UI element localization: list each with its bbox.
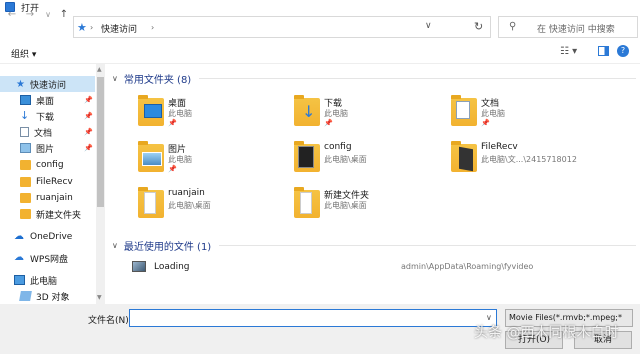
documents-folder-icon — [451, 95, 477, 126]
divider — [219, 245, 636, 246]
search-icon: ⚲ — [509, 21, 517, 32]
address-dropdown-icon[interactable]: ∨ — [425, 21, 432, 31]
star-icon: ★ — [16, 79, 25, 90]
folder-item-ruanjain[interactable]: ruanjain 此电脑\桌面 — [136, 186, 276, 226]
sidebar-scroll-thumb[interactable] — [97, 77, 104, 207]
3d-objects-icon — [19, 291, 32, 301]
dialog-footer: 文件名(N): ∨ Movie Files(*.rmvb;*.mpeg;* 打开… — [0, 304, 640, 354]
address-bar[interactable]: ★ › 快速访问 › ∨ ↻ — [73, 16, 491, 38]
sidebar-item-quick-access[interactable]: ★ 快速访问 — [0, 76, 95, 92]
sidebar-item-pictures[interactable]: 图片 📌 — [0, 140, 95, 156]
cloud-icon: ☁ — [14, 252, 24, 263]
video-file-icon — [132, 261, 146, 272]
search-box[interactable]: ⚲ 在 快速访问 中搜索 — [498, 16, 638, 38]
view-options-icon[interactable]: ☷ ▾ — [560, 46, 577, 57]
ruanjain-folder-icon — [138, 187, 164, 218]
collapse-chevron-icon[interactable]: ∨ — [112, 241, 118, 250]
forward-arrow-icon[interactable]: → — [24, 9, 36, 21]
filename-label: 文件名(N): — [88, 316, 132, 326]
sidebar-item-config[interactable]: config — [0, 157, 95, 173]
watermark: 头条 @西木同根木白时 — [474, 325, 619, 341]
folder-item-pictures[interactable]: 图片 此电脑 📌 — [136, 140, 276, 180]
desktop-icon — [20, 95, 31, 105]
path-separator-icon[interactable]: › — [90, 23, 93, 32]
new-folder-icon — [294, 187, 320, 218]
search-placeholder[interactable]: 在 快速访问 中搜索 — [537, 22, 615, 35]
sidebar-item-new-folder[interactable]: 新建文件夹 — [0, 206, 95, 222]
sidebar-item-onedrive[interactable]: ☁ OneDrive — [0, 229, 95, 245]
preview-pane-icon[interactable] — [598, 46, 609, 56]
frequent-folders-header[interactable]: ∨ 常用文件夹 (8) — [112, 71, 636, 86]
pin-icon[interactable]: 📌 — [324, 119, 333, 127]
recent-files-header[interactable]: ∨ 最近使用的文件 (1) — [112, 238, 636, 253]
folder-item-documents[interactable]: 文档 此电脑 📌 — [449, 94, 609, 134]
help-icon[interactable]: ? — [617, 45, 629, 57]
pin-icon[interactable]: 📌 — [84, 112, 93, 120]
filename-input[interactable] — [129, 309, 497, 327]
filename-history-dropdown-icon[interactable]: ∨ — [486, 313, 492, 322]
pictures-folder-icon — [138, 141, 164, 172]
filerecv-folder-icon — [451, 141, 477, 172]
folder-icon — [20, 160, 31, 170]
sidebar-item-this-pc[interactable]: 此电脑 — [0, 272, 95, 288]
command-bar: 组织 ▾ ☷ ▾ ? — [0, 42, 640, 64]
folder-icon — [20, 193, 31, 203]
downloads-folder-icon: ↓ — [294, 95, 320, 126]
sidebar-item-documents[interactable]: 文档 📌 — [0, 124, 95, 140]
sidebar-item-3d-objects[interactable]: 3D 对象 — [0, 288, 95, 304]
folder-icon — [20, 177, 31, 187]
pin-icon[interactable]: 📌 — [84, 128, 93, 136]
back-arrow-icon[interactable]: ← — [6, 9, 18, 21]
pin-icon[interactable]: 📌 — [168, 119, 177, 127]
desktop-folder-icon — [138, 95, 164, 126]
divider — [199, 78, 636, 79]
title-bar: 打开 — [0, 0, 640, 14]
config-folder-icon — [294, 141, 320, 172]
folder-icon — [20, 209, 31, 219]
download-icon: ↓ — [20, 109, 30, 122]
pin-icon[interactable]: 📌 — [481, 119, 490, 127]
quick-access-star-icon: ★ — [77, 21, 87, 34]
sidebar-item-desktop[interactable]: 桌面 📌 — [0, 92, 95, 108]
pin-icon[interactable]: 📌 — [84, 144, 93, 152]
sidebar-item-filerecv[interactable]: FileRecv — [0, 174, 95, 190]
folder-item-config[interactable]: config 此电脑\桌面 — [292, 140, 432, 180]
collapse-chevron-icon[interactable]: ∨ — [112, 74, 118, 83]
refresh-icon[interactable]: ↻ — [474, 20, 483, 33]
folder-item-filerecv[interactable]: FileRecv 此电脑\文...\2415718012 — [449, 140, 629, 180]
folder-item-new-folder[interactable]: 新建文件夹 此电脑\桌面 — [292, 186, 432, 226]
computer-icon — [14, 275, 25, 285]
recent-locations-dropdown-icon[interactable]: ∨ — [42, 9, 54, 21]
navigation-pane: ★ 快速访问 桌面 📌 ↓ 下载 📌 文档 📌 图片 📌 config File… — [0, 64, 105, 304]
sidebar-item-wps-drive[interactable]: ☁ WPS网盘 — [0, 250, 95, 266]
recent-file-row[interactable]: Loading admin\AppData\Roaming\fyvideo — [130, 258, 630, 276]
folder-item-downloads[interactable]: ↓ 下载 此电脑 📌 — [292, 94, 432, 134]
scroll-up-arrow-icon[interactable]: ▲ — [97, 66, 102, 73]
organize-button[interactable]: 组织 ▾ — [11, 47, 36, 60]
sidebar-item-ruanjain[interactable]: ruanjain — [0, 190, 95, 206]
file-list: ∨ 常用文件夹 (8) 桌面 此电脑 📌 ↓ 下载 此电脑 📌 文档 此电脑 📌… — [106, 64, 640, 304]
document-icon — [20, 127, 29, 137]
pin-icon[interactable]: 📌 — [84, 96, 93, 104]
address-path[interactable]: 快速访问 — [101, 22, 137, 35]
path-separator-icon[interactable]: › — [151, 23, 154, 32]
sidebar-item-downloads[interactable]: ↓ 下载 📌 — [0, 108, 95, 124]
pin-icon[interactable]: 📌 — [168, 165, 177, 173]
up-arrow-icon[interactable]: ↑ — [58, 9, 70, 21]
scroll-down-arrow-icon[interactable]: ▼ — [97, 294, 102, 301]
folder-item-desktop[interactable]: 桌面 此电脑 📌 — [136, 94, 276, 134]
picture-icon — [20, 143, 31, 153]
cloud-icon: ☁ — [14, 231, 24, 242]
